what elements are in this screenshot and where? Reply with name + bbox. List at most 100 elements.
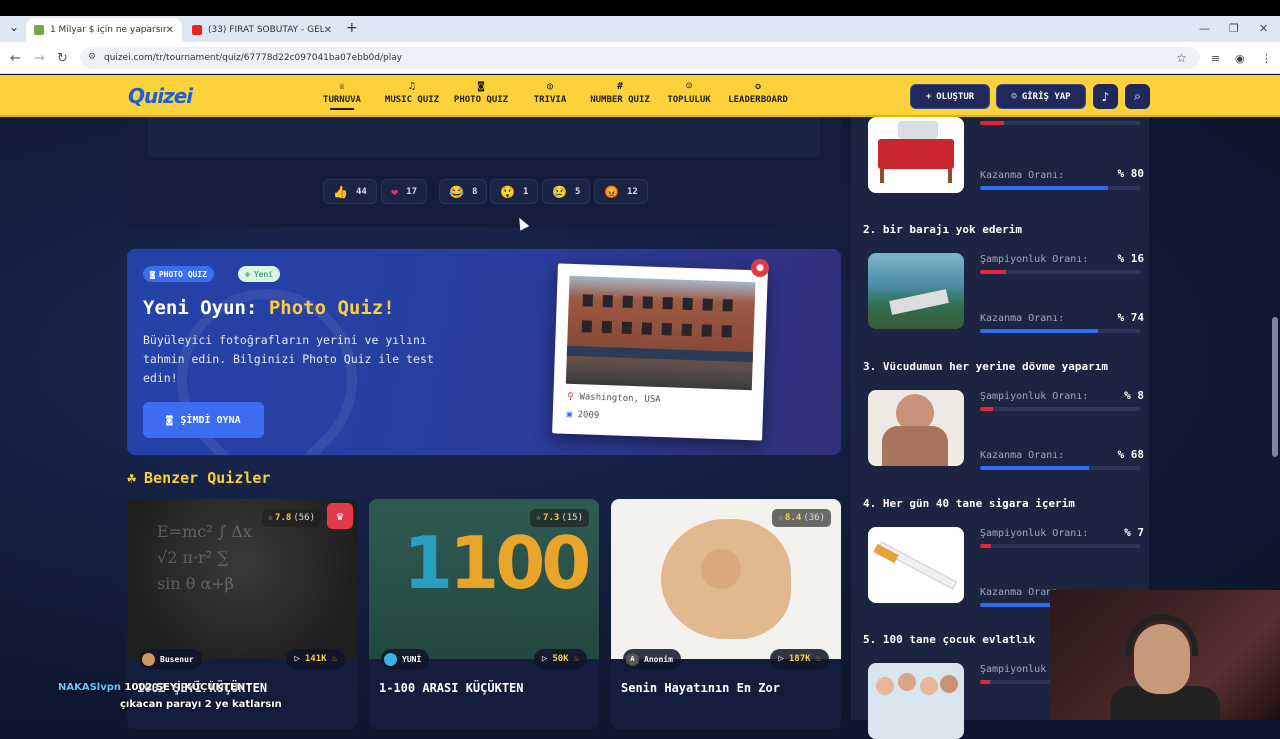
reaction-wow[interactable]: 😲 1 — [490, 179, 539, 204]
url-input[interactable]: ⚙ quizei.com/tr/tournament/quiz/67778d22… — [80, 47, 1200, 69]
menu-icon[interactable]: ⋮ — [1261, 52, 1272, 65]
globe-icon: ⊕ — [245, 269, 250, 279]
author-name: YUNİ — [402, 654, 422, 664]
page-scrollbar[interactable] — [1272, 317, 1278, 457]
create-button[interactable]: + OLUŞTUR — [910, 84, 990, 109]
nav-topluluk[interactable]: ☺ TOPLULUK — [665, 81, 713, 105]
tab-favicon-icon — [34, 25, 44, 35]
badge-new: ⊕ Yeni — [238, 266, 281, 282]
browser-tab[interactable]: (33) FIRAT SOBUTAY - GEL GÖR ✕ — [184, 18, 340, 42]
badge-photo-quiz: ◙ PHOTO QUIZ — [143, 266, 214, 282]
champ-rate-value: % 8 — [1124, 389, 1144, 402]
close-tab-icon[interactable]: ✕ — [166, 25, 174, 36]
nav-label: NUMBER QUIZ — [590, 95, 650, 105]
login-label: GİRİŞ YAP — [1021, 91, 1071, 102]
reaction-count: 44 — [355, 186, 367, 197]
reload-icon[interactable]: ↻ — [57, 51, 68, 66]
plays-count: 187K — [788, 654, 811, 664]
user-icon: ☺ — [1011, 91, 1017, 102]
nav-leaderboard[interactable]: ✪ LEADERBOARD — [726, 81, 790, 105]
laugh-icon: 😂 — [449, 184, 464, 199]
close-window-icon[interactable]: ✕ — [1259, 22, 1268, 35]
avatar: A — [626, 652, 639, 666]
play-now-button[interactable]: ◙ ŞİMDİ OYNA — [143, 402, 264, 438]
ticker-message: 1002 ŞEYİ KÜÇÜKTEN — [124, 682, 246, 693]
rating-count: (15) — [561, 513, 583, 523]
plays-chip: ▷ 50K ♨ — [533, 649, 587, 669]
star-icon: ☆ — [267, 513, 274, 523]
quiz-card-3[interactable]: ☆ 8.4 (36) A Anonim ▷ 187K ♨ Senin Hayatının … — [611, 499, 841, 729]
nav-label: MUSIC QUIZ — [384, 95, 440, 105]
new-tab-button[interactable]: + — [346, 20, 358, 36]
rating-count: (56) — [293, 513, 315, 523]
plus-icon: + — [925, 91, 932, 102]
site-logo[interactable]: Quizei — [128, 84, 193, 108]
bell-icon[interactable]: ♪ — [1093, 84, 1118, 109]
media-icon[interactable]: ≡ — [1211, 52, 1220, 65]
pin-icon: ⚲ — [567, 391, 575, 403]
tab-title: 1 Milyar $ için ne yaparsın? - Tu — [49, 25, 166, 35]
nav-label: TRIVIA — [533, 95, 567, 105]
nav-turnuva[interactable]: ♕ TURNUVA — [322, 81, 362, 110]
nav-trivia[interactable]: ◎ TRIVIA — [530, 81, 570, 105]
browser-tab-active[interactable]: 1 Milyar $ için ne yaparsın? - Tu ✕ — [26, 18, 182, 42]
forward-icon[interactable]: → — [34, 51, 45, 66]
close-tab-icon[interactable]: ✕ — [324, 25, 332, 36]
star-icon: ☆ — [777, 513, 784, 523]
nav-music-quiz[interactable]: ♫ MUSIC QUIZ — [382, 81, 442, 105]
champ-rate-value: % 7 — [1124, 526, 1144, 539]
calendar-icon: ▣ — [566, 409, 573, 420]
plays-count: 50K — [552, 654, 569, 664]
reaction-love[interactable]: ❤ 17 — [381, 179, 428, 204]
nav-number-quiz[interactable]: # NUMBER QUIZ — [587, 81, 653, 105]
author-chip[interactable]: Busenur — [139, 649, 202, 669]
win-rate-bar — [980, 466, 1140, 470]
users-icon: ☘ — [127, 469, 137, 487]
quiz-card-1[interactable]: E=mc² ∫ Δx √2 π·r² ∑ sin θ α+β ☆ 7.8 (56) ♛ … — [127, 499, 357, 729]
reaction-count: 1 — [522, 186, 529, 197]
back-icon[interactable]: ← — [10, 51, 21, 66]
site-info-icon[interactable]: ⚙ — [88, 52, 96, 62]
bookmark-star-icon[interactable]: ☆ — [1176, 51, 1200, 65]
tab-search-icon[interactable]: ⌄ — [6, 20, 22, 36]
reaction-like[interactable]: 👍 44 — [323, 179, 377, 204]
author-chip[interactable]: A Anonim — [623, 649, 681, 669]
rating-value: 7.3 — [543, 513, 560, 523]
reaction-laugh[interactable]: 😂 8 — [439, 179, 488, 204]
reaction-sad[interactable]: 😢 5 — [542, 179, 591, 204]
heart-icon: ❤ — [391, 184, 399, 199]
nav-photo-quiz[interactable]: ◙ PHOTO QUIZ — [451, 81, 511, 105]
win-rate-value: % 80 — [1117, 167, 1145, 180]
rank-title: 2. bir barajı yok ederim — [863, 223, 1022, 236]
win-rate-bar — [980, 329, 1140, 333]
search-icon[interactable]: ⌕ — [1125, 84, 1150, 109]
author-name: Anonim — [644, 654, 673, 664]
reaction-angry[interactable]: 😡 12 — [594, 179, 648, 204]
trophy-icon: ♕ — [338, 81, 346, 92]
login-button[interactable]: ☺ GİRİŞ YAP — [996, 84, 1086, 109]
cigarette-image — [868, 527, 964, 603]
rank-title-text: Vücudumun her yerine dövme yaparım — [882, 360, 1109, 373]
star-icon: ☆ — [535, 513, 542, 523]
dam-image — [868, 253, 964, 329]
url-text: quizei.com/tr/tournament/quiz/67778d22c0… — [104, 53, 403, 63]
author-chip[interactable]: YUNİ — [381, 649, 430, 669]
author-name: Busenur — [160, 654, 194, 664]
win-rate-number: 80 — [1130, 167, 1144, 180]
plays-chip: ▷ 141K ♨ — [286, 649, 345, 669]
profile-icon[interactable]: ◉ — [1235, 52, 1245, 65]
quiz-card-2[interactable]: 1100 ☆ 7.3 (15) YUNİ ▷ 50K ♨ 1-100 ARASI KÜÇ… — [369, 499, 599, 729]
tab-title: (33) FIRAT SOBUTAY - GEL GÖR — [207, 25, 324, 35]
location-pin-icon: ● — [751, 259, 769, 277]
fire-icon: ♨ — [573, 654, 579, 664]
rating-value: 7.8 — [275, 513, 292, 523]
rating-badge: ☆ 7.3 (15) — [529, 509, 589, 527]
rank-title: 3. Vücudumun her yerine dövme yaparım — [863, 360, 1108, 373]
minimize-icon[interactable]: — — [1199, 22, 1210, 35]
promo-title-prefix: Yeni Oyun: — [143, 297, 258, 319]
nav-label: TOPLULUK — [667, 95, 711, 105]
champ-rate-number: 8 — [1137, 389, 1144, 402]
maximize-icon[interactable]: ❐ — [1229, 22, 1239, 35]
reaction-count: 17 — [406, 186, 418, 197]
users-icon: ☺ — [685, 81, 693, 92]
